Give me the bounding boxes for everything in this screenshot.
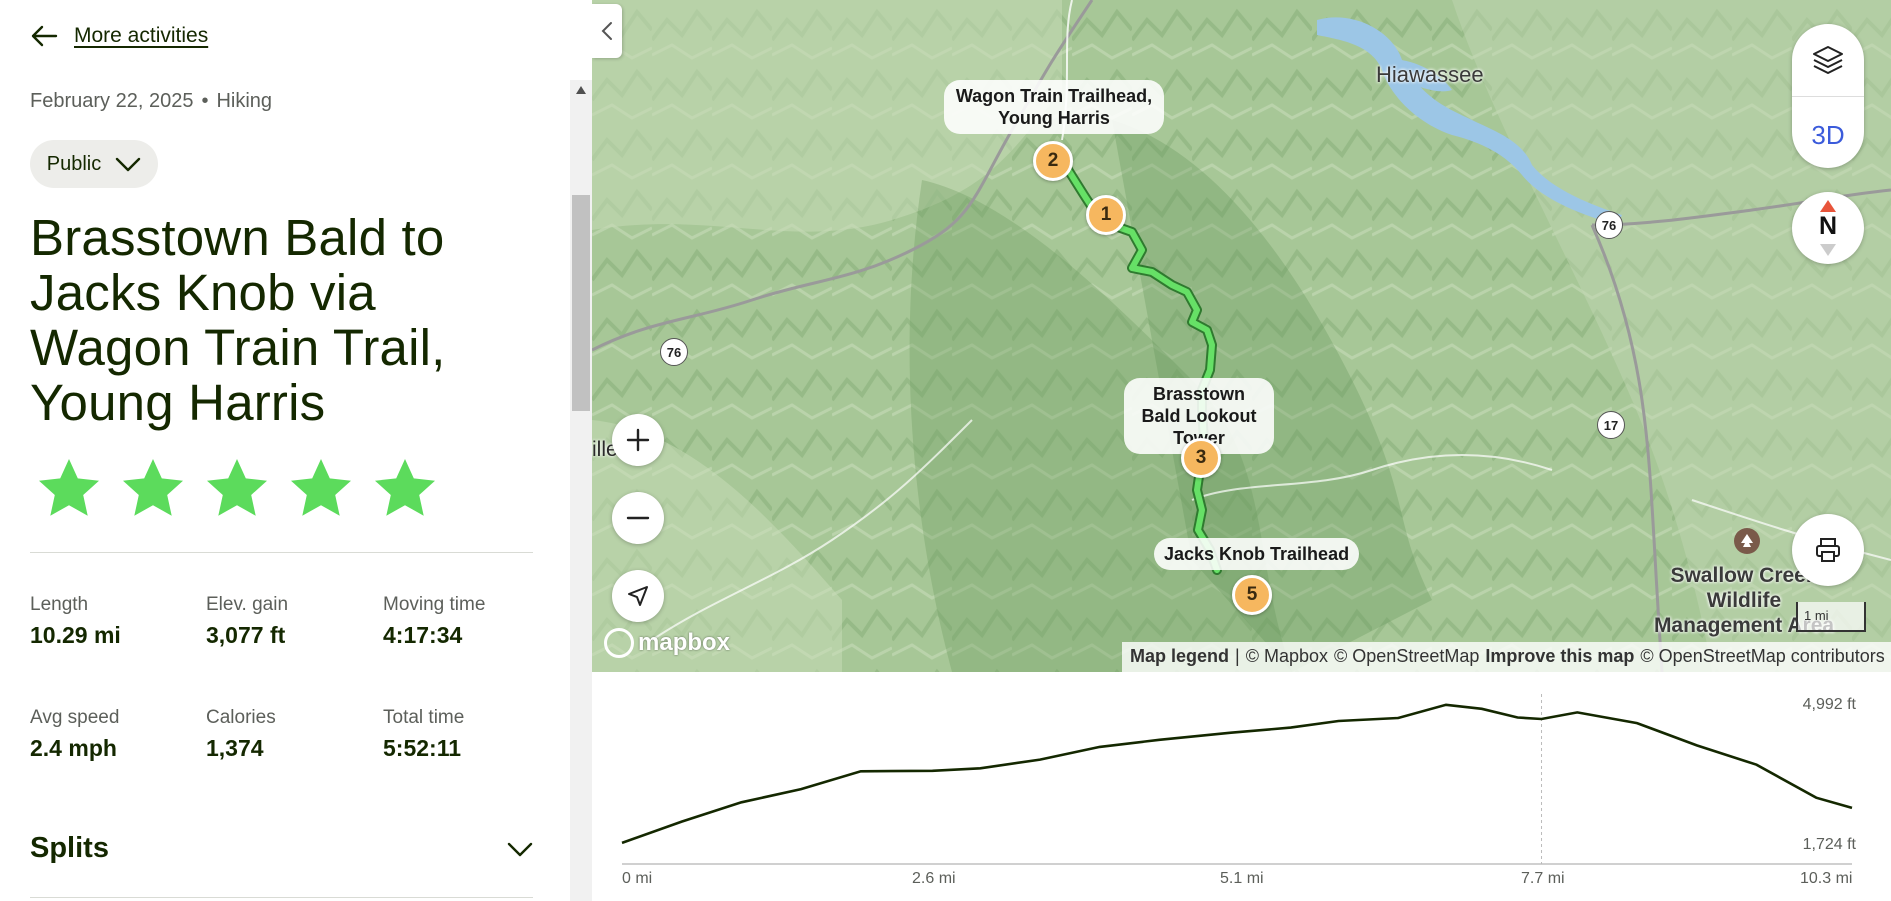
splits-label: Splits [30,832,109,864]
plus-icon [626,428,650,452]
layers-icon[interactable] [1810,42,1846,78]
compass-south-arrow-icon [1820,244,1836,256]
scrollbar-thumb[interactable] [572,195,590,411]
waypoint-label: Wagon Train Trailhead, Young Harris [944,80,1164,134]
place-label: Hiawassee [1376,62,1484,87]
osm-attribution-link[interactable]: © OpenStreetMap [1334,646,1479,668]
activity-meta: February 22, 2025 • Hiking [30,90,272,113]
stat-value: 3,077 ft [206,622,286,648]
osm-contributors-link[interactable]: © OpenStreetMap contributors [1640,646,1884,668]
us-route-shield: 76 [660,338,688,366]
state-route-shield: 17 [1597,411,1625,439]
stat-label: Moving time [383,594,486,615]
x-tick-label: 2.6 mi [912,870,956,887]
waypoint-marker[interactable]: 5 [1232,575,1272,615]
stat-length: Length 10.29 mi [30,594,121,649]
stat-value: 4:17:34 [383,622,463,648]
locate-button[interactable] [612,570,664,622]
x-tick-label: 10.3 mi [1800,870,1853,887]
zoom-in-button[interactable] [612,414,664,466]
minus-icon [626,516,650,520]
scroll-up-arrow-icon[interactable] [576,86,586,94]
x-tick-label: 5.1 mi [1220,870,1264,887]
navigation-arrow-icon [628,586,648,606]
map-attribution: Map legend | © Mapbox © OpenStreetMap Im… [1122,642,1891,672]
activity-panel: More activities February 22, 2025 • Hiki… [0,0,570,901]
y-max-label: 4,992 ft [1802,696,1856,713]
chevron-down-icon [507,842,533,856]
star-icon[interactable] [204,456,270,522]
mapbox-attribution-link[interactable]: © Mapbox [1246,646,1328,668]
chevron-down-icon [116,157,141,172]
visibility-value: Public [46,152,102,175]
star-rating[interactable] [36,456,438,522]
stat-label: Avg speed [30,707,120,728]
elevation-chart-svg [621,694,1853,865]
activity-date: February 22, 2025 [30,90,194,112]
star-icon[interactable] [288,456,354,522]
print-button[interactable] [1792,514,1864,586]
star-icon[interactable] [120,456,186,522]
stat-value: 2.4 mph [30,735,117,761]
activity-type: Hiking [216,90,273,112]
mapbox-logo-text: mapbox [638,629,731,656]
elevation-chart[interactable]: 4,992 ft 1,724 ft 0 mi 2.6 mi 5.1 mi 7.7… [592,672,1891,901]
compass-label: N [1818,212,1838,240]
waypoint-label: Jacks Knob Trailhead [1154,538,1360,570]
arrow-left-icon [31,25,58,47]
divider [30,552,533,553]
stat-elev-gain: Elev. gain 3,077 ft [206,594,288,649]
map-layer-controls: 3D [1792,24,1864,168]
stat-avg-speed: Avg speed 2.4 mph [30,707,119,762]
more-activities-link[interactable]: More activities [74,24,208,48]
x-tick-label: 7.7 mi [1521,870,1565,887]
zoom-out-button[interactable] [612,492,664,544]
attribution-separator: | [1235,646,1240,666]
meta-separator: • [201,90,209,112]
us-route-shield: 76 [1595,211,1623,239]
waypoint-marker[interactable]: 1 [1086,195,1126,235]
map-legend-link[interactable]: Map legend [1130,646,1229,668]
stat-total-time: Total time 5:52:11 [383,707,464,762]
x-tick-label: 0 mi [622,870,653,887]
stat-value: 10.29 mi [30,622,121,648]
compass-button[interactable]: N [1792,192,1864,264]
panel-scrollbar[interactable] [570,80,592,901]
waypoint-marker[interactable]: 3 [1181,438,1221,478]
waypoint-marker[interactable]: 2 [1033,141,1073,181]
stat-calories: Calories 1,374 [206,707,276,762]
stat-value: 5:52:11 [383,735,462,761]
elevation-line [621,703,1853,845]
stat-label: Total time [383,707,465,728]
y-min-label: 1,724 ft [1802,836,1856,853]
chevron-left-icon [601,22,612,40]
printer-icon [1816,538,1840,562]
stat-value: 1,374 [206,735,264,761]
waypoint-label-text: Wagon Train Trailhead, Young Harris [955,86,1153,128]
map-view[interactable]: Hiawassee ille Swallow Creek Wildlife Ma… [592,0,1891,672]
divider [30,897,533,898]
splits-toggle[interactable]: Splits [30,832,533,865]
compass-north-arrow-icon [1820,200,1836,212]
star-icon[interactable] [372,456,438,522]
3d-toggle-button[interactable]: 3D [1792,120,1864,151]
divider [1792,96,1864,97]
park-icon [1734,528,1760,554]
mapbox-logo-icon [604,628,634,658]
stat-moving-time: Moving time 4:17:34 [383,594,485,649]
stat-label: Calories [206,707,276,728]
visibility-dropdown[interactable]: Public [30,140,158,188]
activity-title: Brasstown Bald to Jacks Knob via Wagon T… [30,209,446,431]
collapse-panel-button[interactable] [592,4,622,58]
stat-label: Length [30,594,89,615]
stat-label: Elev. gain [206,594,289,615]
improve-map-link[interactable]: Improve this map [1485,646,1634,668]
star-icon[interactable] [36,456,102,522]
back-link-row[interactable]: More activities [30,24,208,48]
map-scale: 1 mi [1796,602,1866,632]
mapbox-logo[interactable]: mapbox [604,628,730,658]
